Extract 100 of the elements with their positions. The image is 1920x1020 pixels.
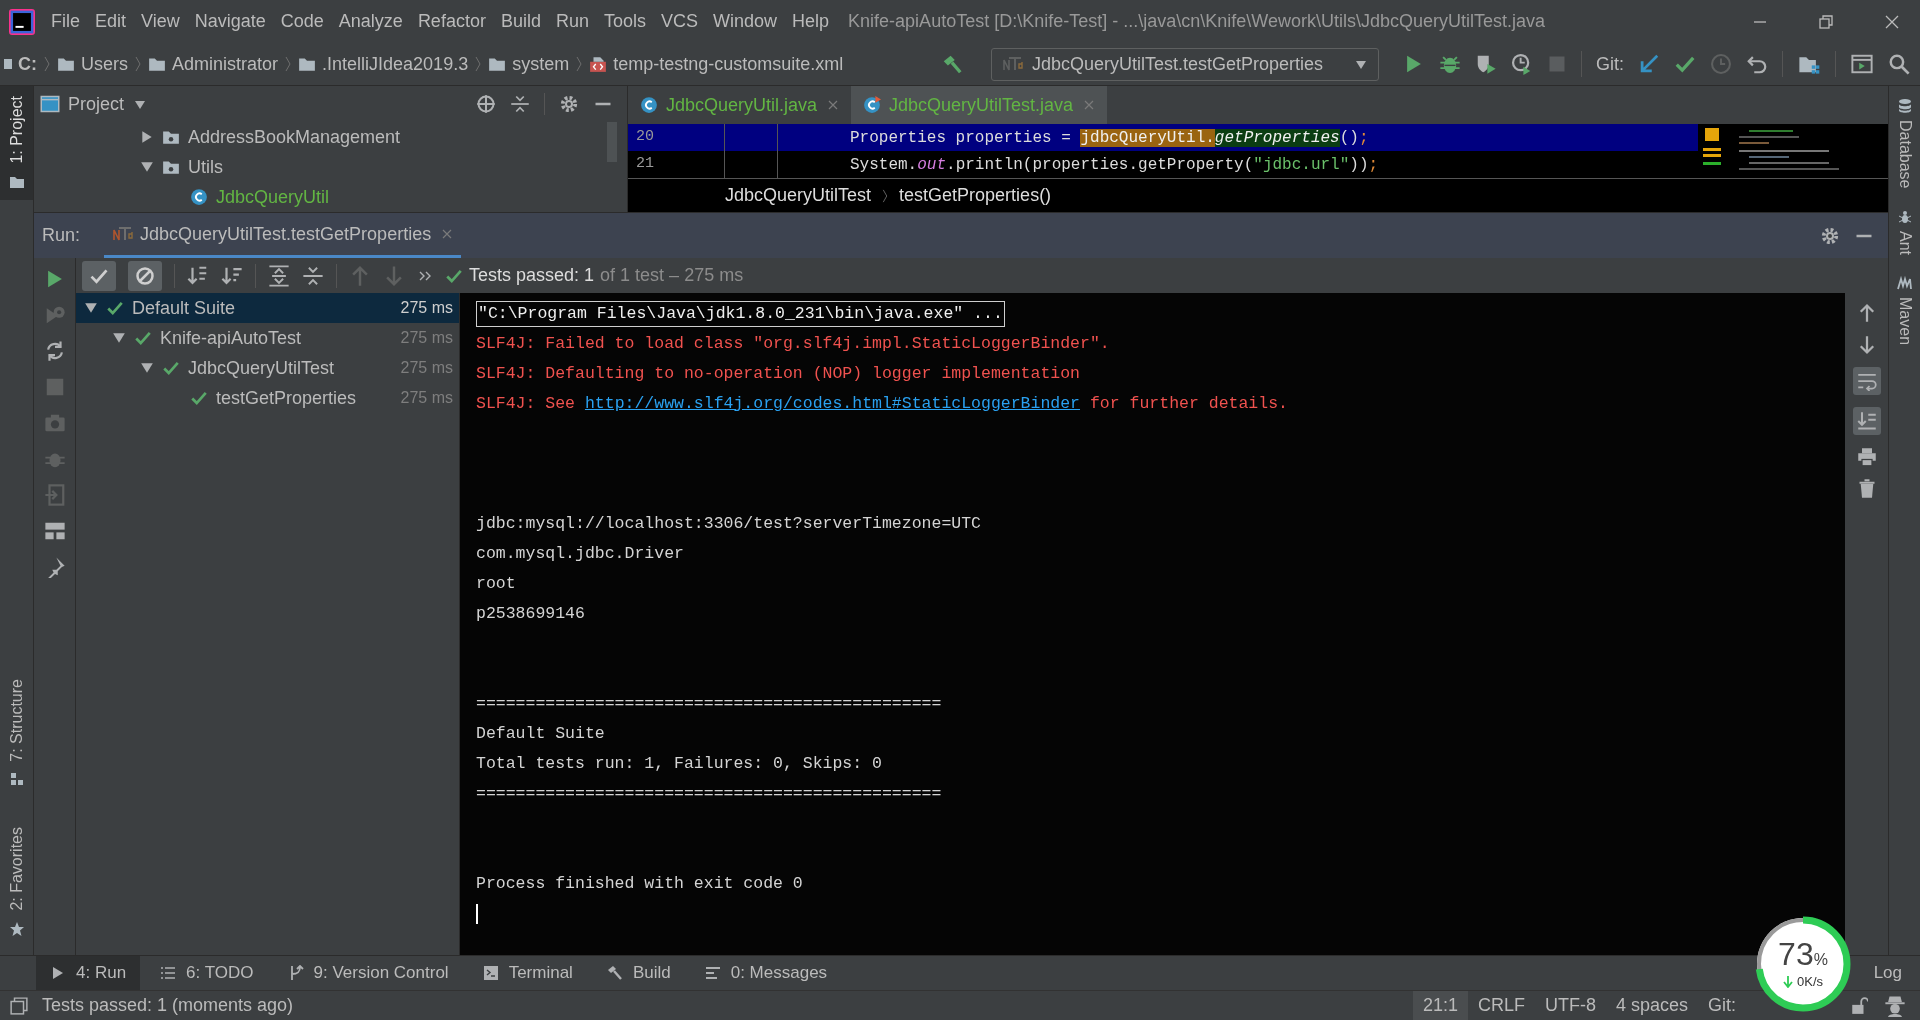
tool-window-tab[interactable]: Terminal: [468, 956, 587, 990]
test-tree-row[interactable]: testGetProperties 275 ms: [76, 383, 459, 413]
editor-tab[interactable]: JdbcQueryUtilTest.java: [851, 86, 1108, 124]
breadcrumb-item[interactable]: testGetProperties(): [899, 182, 1052, 209]
status-item[interactable]: 4 spaces: [1605, 991, 1698, 1020]
expanded-arrow-icon[interactable]: [84, 301, 98, 315]
side-tab[interactable]: 7: Structure: [0, 668, 33, 798]
inspector-icon[interactable]: [1884, 994, 1906, 1017]
package-folder-icon: [162, 128, 180, 146]
console-text: SLF4J: See: [476, 392, 577, 415]
status-item[interactable]: UTF-8: [1534, 991, 1606, 1020]
project-view-dropdown[interactable]: Project: [68, 90, 147, 118]
chevron-icon: [284, 55, 293, 73]
expanded-arrow-icon[interactable]: [140, 160, 154, 174]
chevron-icon: [881, 188, 890, 203]
tool-window-tab[interactable]: 6: TODO: [146, 956, 268, 990]
side-tab[interactable]: Maven: [1889, 270, 1920, 349]
breadcrumb-item[interactable]: Administrator: [148, 50, 279, 78]
soft-wrap-icon[interactable]: [1852, 367, 1881, 395]
tool-window-tab[interactable]: 9: Version Control: [273, 956, 463, 990]
update-arrow-icon[interactable]: [1638, 53, 1660, 75]
console-link[interactable]: http://www.slf4j.org/codes.html#StaticLoggerBinder: [584, 391, 1080, 417]
settings-icon[interactable]: [559, 94, 579, 114]
console-line: Default Suite: [476, 722, 606, 745]
sort-alpha-icon[interactable]: [187, 264, 209, 287]
close-icon: [1083, 99, 1096, 111]
tree-item[interactable]: AddressBookManagement: [188, 123, 401, 151]
collapse-all-icon[interactable]: [302, 264, 324, 287]
maven-icon: [1896, 274, 1913, 291]
window-toggle-icon[interactable]: [10, 996, 28, 1015]
hammer-icon: [606, 965, 623, 981]
side-tab[interactable]: 2: Favorites: [0, 817, 33, 947]
collapsed-arrow-icon[interactable]: [140, 130, 154, 144]
console-line: jdbc:mysql://localhost:3306/test?serverTimezone=UTC: [476, 512, 982, 535]
expand-all-icon[interactable]: [268, 264, 290, 287]
scroll-to-end-icon[interactable]: [1852, 407, 1881, 435]
tool-window-tab[interactable]: 0: Messages: [690, 956, 842, 990]
expanded-arrow-icon[interactable]: [140, 361, 154, 375]
collapse-all-icon[interactable]: [510, 94, 530, 114]
status-message: Tests passed: 1 (moments ago): [42, 994, 294, 1017]
filter-toggle[interactable]: [128, 260, 162, 291]
breadcrumb-item[interactable]: JdbcQueryUtilTest: [725, 182, 872, 209]
ant-icon: [1896, 208, 1913, 225]
search-icon[interactable]: [1888, 53, 1910, 75]
tree-item[interactable]: Utils: [188, 153, 223, 181]
console-line: Total tests run: 1, Failures: 0, Skips: 0: [476, 752, 883, 775]
menu-item[interactable]: Run: [555, 8, 589, 35]
status-item[interactable]: 21:1: [1412, 991, 1468, 1020]
locate-icon[interactable]: [476, 94, 496, 114]
side-tab[interactable]: Ant: [1889, 204, 1920, 259]
side-tab[interactable]: 1: Project: [0, 86, 33, 200]
status-item[interactable]: CRLF: [1467, 991, 1535, 1020]
print-icon[interactable]: [1856, 447, 1877, 467]
test-tree-row[interactable]: Knife-apiAutoTest 275 ms: [76, 323, 459, 353]
breadcrumb-item[interactable]: temp-testng-customsuite.xml: [589, 50, 844, 78]
menu-item[interactable]: Build: [500, 8, 541, 35]
layout-icon[interactable]: [43, 520, 66, 542]
test-status-text: Tests passed: 1: [469, 264, 595, 287]
menu-item[interactable]: Refactor: [417, 8, 486, 35]
menu-item[interactable]: VCS: [661, 8, 698, 35]
package-folder-icon: [162, 158, 180, 176]
menu-item[interactable]: Help: [792, 8, 830, 35]
menu-item[interactable]: File: [51, 8, 80, 35]
status-item[interactable]: Git:: [1698, 991, 1746, 1020]
restore-icon[interactable]: [1818, 13, 1834, 30]
drive-icon: [4, 56, 12, 72]
breadcrumb-item[interactable]: C:: [4, 50, 37, 78]
breadcrumb-item[interactable]: system: [488, 50, 570, 78]
lock-icon[interactable]: [1850, 996, 1868, 1015]
testng-icon: [1002, 55, 1024, 73]
console-window-icon[interactable]: [1850, 53, 1874, 75]
menu-item[interactable]: Navigate: [194, 8, 266, 35]
menu-item[interactable]: Tools: [603, 8, 646, 35]
hammer-icon[interactable]: [941, 53, 963, 75]
menu-item[interactable]: Window: [713, 8, 778, 35]
menu-item[interactable]: Analyze: [338, 8, 403, 35]
test-tree-row[interactable]: Default Suite 275 ms: [76, 293, 459, 323]
console-line: SLF4J: Defaulting to no-operation (NOP) logger implementation: [476, 362, 1081, 385]
side-tab[interactable]: Database: [1889, 94, 1920, 193]
menu-item[interactable]: Code: [280, 8, 324, 35]
tool-window-tab[interactable]: 4: Run: [36, 956, 141, 990]
profiler-icon[interactable]: [1511, 53, 1533, 75]
breadcrumb-item[interactable]: .IntelliJIdea2019.3: [298, 50, 469, 78]
tree-item[interactable]: JdbcQueryUtil: [216, 183, 330, 211]
chevron-icon: [134, 55, 142, 73]
test-tree-row[interactable]: JdbcQueryUtilTest 275 ms: [76, 353, 459, 383]
expanded-arrow-icon[interactable]: [112, 331, 126, 345]
folder-icon: [488, 55, 507, 73]
menu-item[interactable]: View: [141, 8, 180, 35]
close-icon[interactable]: [1884, 13, 1900, 30]
run-config-dropdown[interactable]: JdbcQueryUtilTest.testGetProperties: [991, 47, 1379, 81]
breadcrumb-item[interactable]: Users: [57, 50, 128, 78]
filter-toggle[interactable]: [82, 260, 116, 291]
test-class-icon: [863, 96, 882, 114]
menu-item[interactable]: Edit: [95, 8, 127, 35]
event-log-tab[interactable]: Log: [1873, 960, 1902, 986]
window-title: Knife-apiAutoTest [D:\Knife-Test] - ...\java\cn\Knife\Wework\Utils\JdbcQueryUtilTest.java: [848, 10, 1545, 33]
settings-icon[interactable]: [1820, 225, 1840, 246]
tool-window-tab[interactable]: Build: [592, 956, 685, 990]
coverage-icon[interactable]: [1475, 53, 1497, 75]
